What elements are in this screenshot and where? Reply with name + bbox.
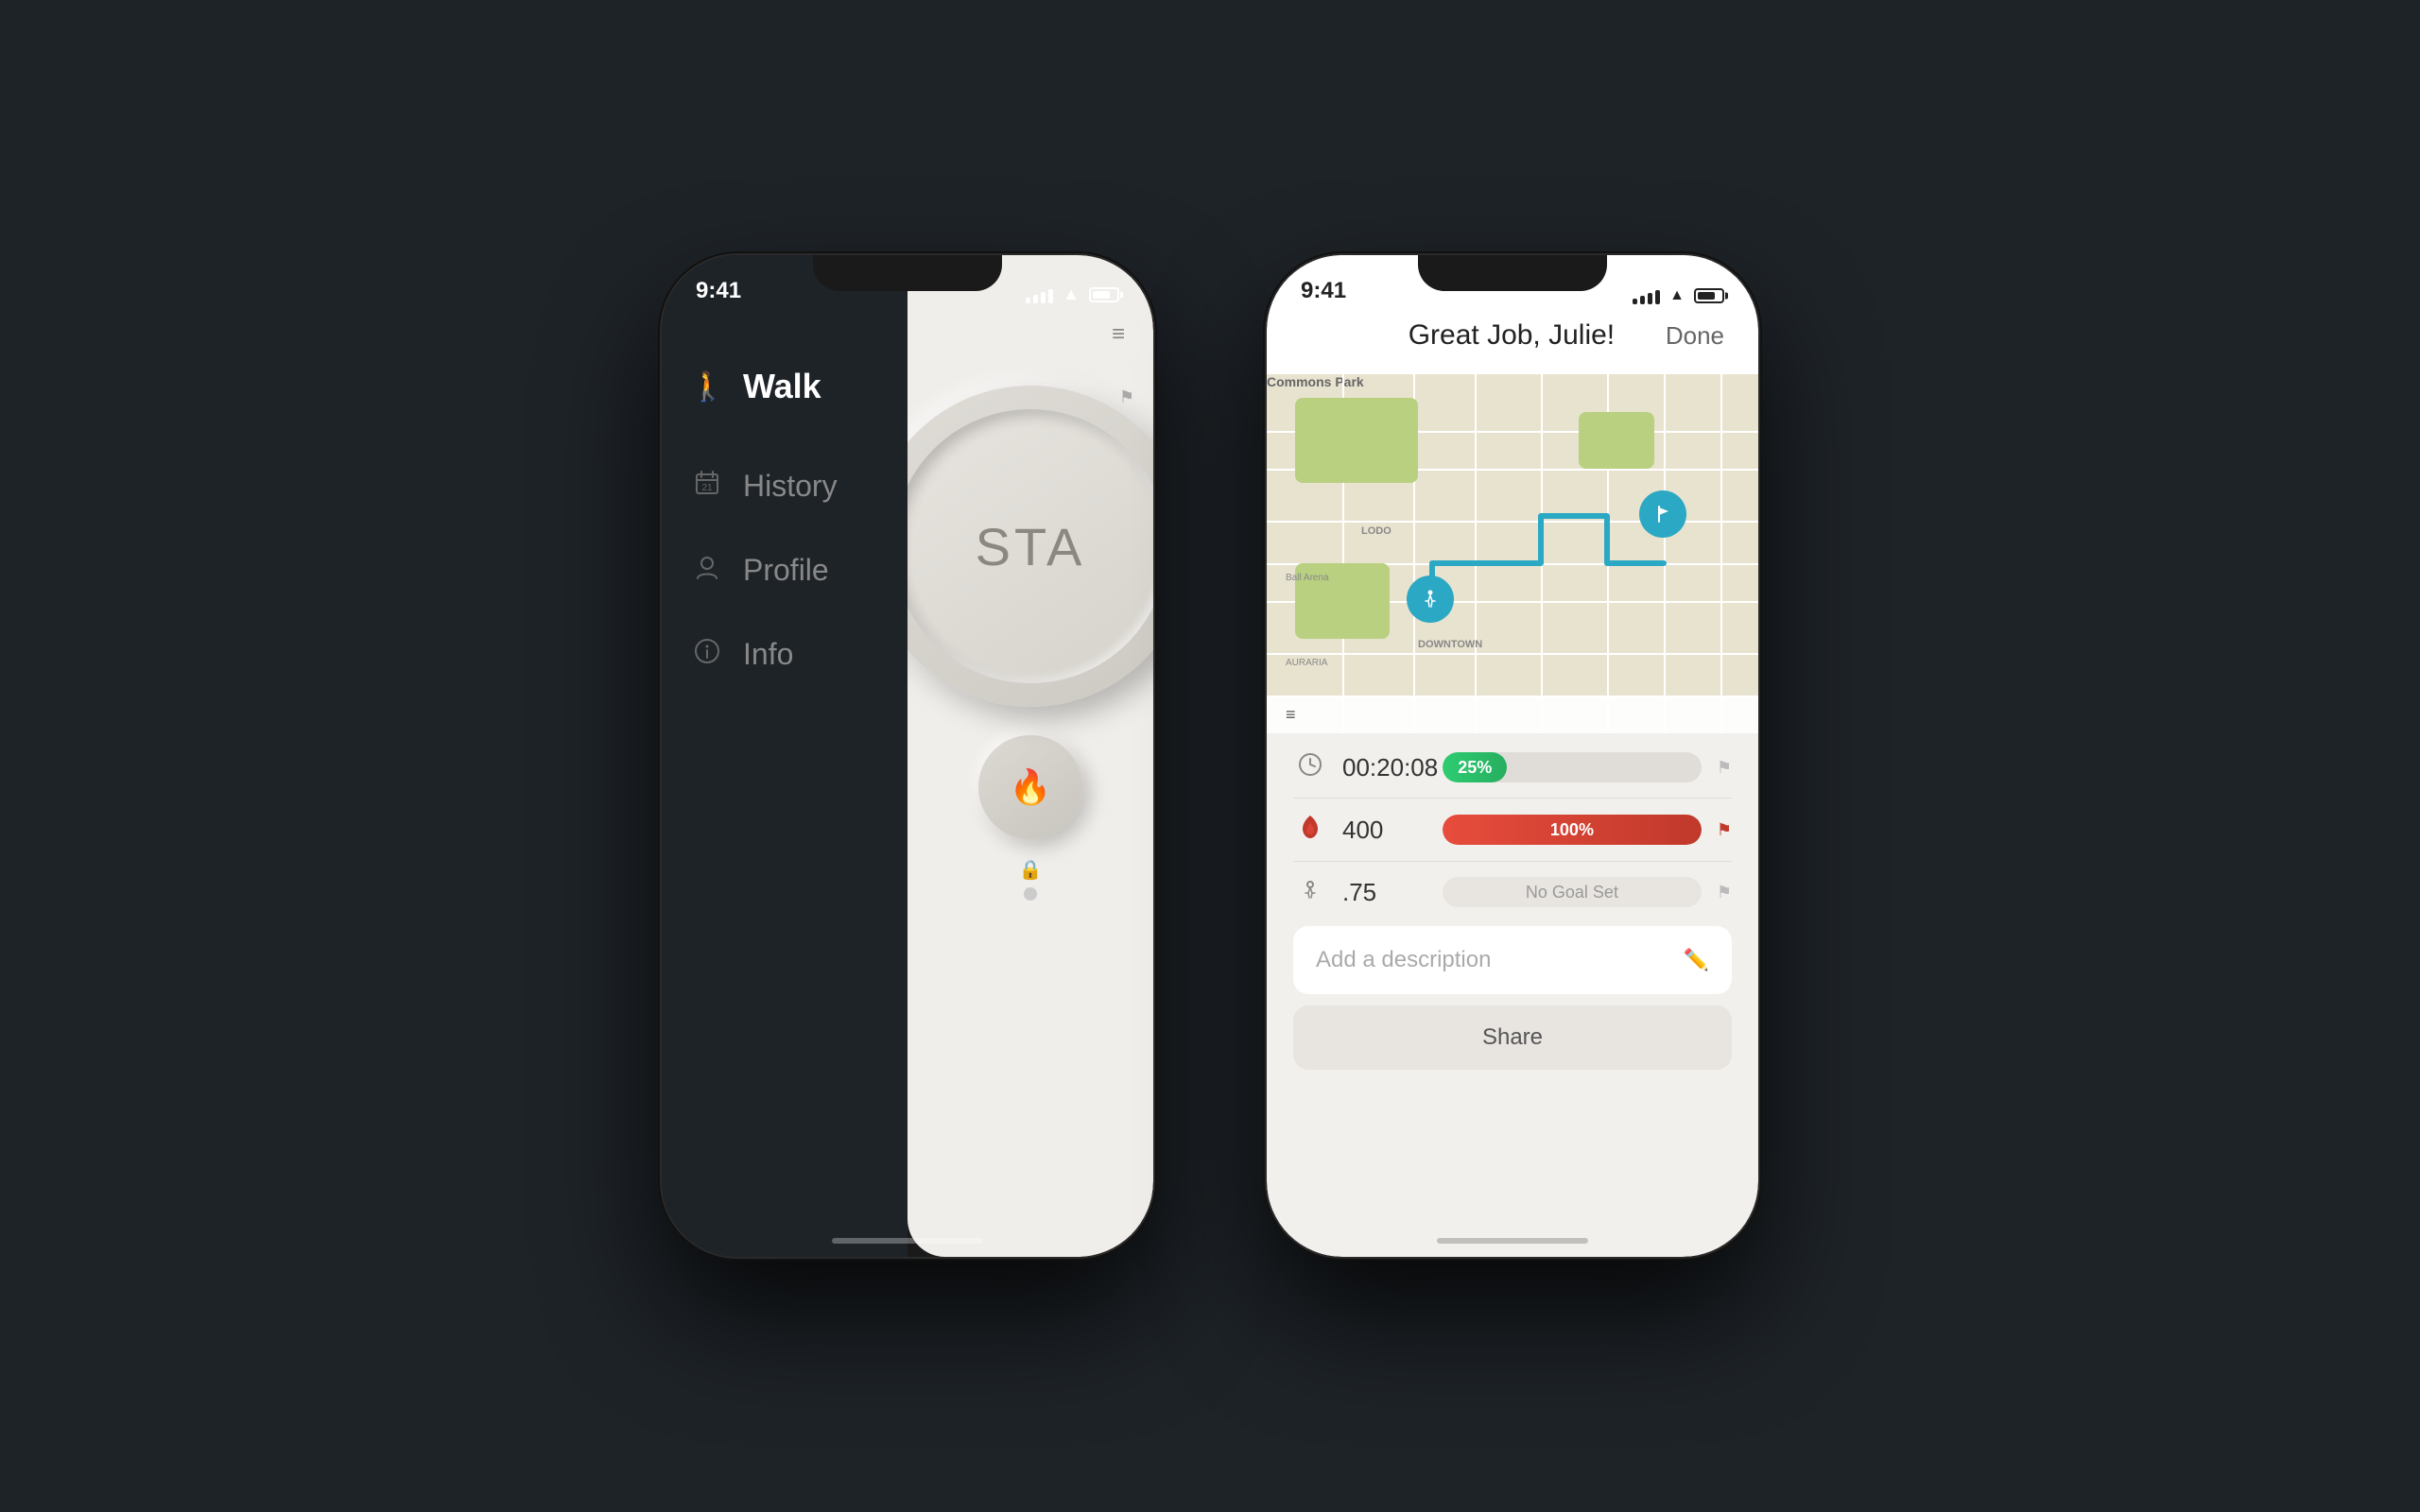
- phone-2-screen: 9:41 ▲ Great Job, Julie!: [1267, 255, 1758, 1257]
- end-marker: [1639, 490, 1686, 538]
- flame-icon: 🔥: [1010, 767, 1052, 807]
- calories-stat-icon: [1293, 814, 1327, 846]
- divider-1: [1293, 798, 1732, 799]
- small-button-row: 🔥: [978, 735, 1082, 839]
- result-title: Great Job, Julie!: [1357, 319, 1666, 352]
- signal-bar-3: [1041, 292, 1046, 303]
- time-progress-label: 25%: [1458, 758, 1492, 778]
- sidebar-item-history[interactable]: 21 History: [662, 452, 908, 521]
- sidebar-info-label: Info: [743, 637, 793, 672]
- distance-value: .75: [1342, 878, 1427, 907]
- signal-bar-2: [1033, 295, 1038, 303]
- share-area[interactable]: Share: [1293, 1005, 1732, 1070]
- dial-container: ⚑ ≡ ⏱ STA 🔥 🔒: [908, 367, 1153, 1257]
- done-button[interactable]: Done: [1666, 321, 1724, 351]
- walk-panel: ≡ ⚑ ≡ ⏱ STA: [908, 255, 1153, 1257]
- stat-row-distance: .75 No Goal Set ⚑: [1293, 877, 1732, 907]
- sidebar-walk-label: Walk: [743, 367, 821, 406]
- status-icons-1: ▲: [1026, 284, 1119, 304]
- description-placeholder: Add a description: [1316, 947, 1491, 973]
- time-flag[interactable]: ⚑: [1717, 758, 1732, 778]
- stats-area: 00:20:08 25% ⚑: [1267, 733, 1758, 926]
- start-label: STA: [976, 516, 1086, 577]
- status-icons-2: ▲: [1633, 287, 1724, 304]
- no-goal-box: No Goal Set: [1443, 877, 1702, 907]
- map-hamburger[interactable]: ≡: [1286, 705, 1296, 725]
- lock-area: 🔒: [1019, 858, 1043, 901]
- calories-progress-fill: 100%: [1443, 815, 1702, 845]
- signal-bar-2-2: [1640, 296, 1645, 304]
- downtown-label: DOWNTOWN: [1418, 639, 1482, 650]
- scene: 9:41 ▲: [662, 255, 1758, 1257]
- stat-row-calories: 400 100% ⚑: [1293, 814, 1732, 846]
- edit-icon[interactable]: ✏️: [1684, 948, 1709, 972]
- share-label: Share: [1482, 1024, 1543, 1051]
- lock-dot: [1024, 887, 1037, 901]
- wifi-icon-2: ▲: [1669, 287, 1685, 304]
- lodo-label: LODO: [1361, 525, 1392, 537]
- sidebar-item-profile[interactable]: Profile: [662, 536, 908, 605]
- start-marker: [1407, 576, 1454, 623]
- route-svg: [1267, 374, 1758, 733]
- divider-2: [1293, 861, 1732, 862]
- time-progress-fill: 25%: [1443, 752, 1507, 782]
- svg-text:21: 21: [701, 483, 713, 493]
- battery-icon-2: [1694, 288, 1724, 303]
- lock-icon: 🔒: [1019, 858, 1043, 882]
- battery-fill-2: [1698, 292, 1715, 300]
- map-area: Commons Park: [1267, 374, 1758, 733]
- flag-icon-panel: ⚑: [1119, 387, 1134, 407]
- notch-2: [1418, 255, 1607, 291]
- dial-inner: STA: [908, 409, 1153, 683]
- sidebar-history-label: History: [743, 469, 838, 504]
- no-goal-text: No Goal Set: [1526, 883, 1618, 902]
- info-icon: [690, 638, 724, 671]
- notch-1: [813, 255, 1002, 291]
- calories-flag[interactable]: ⚑: [1717, 820, 1732, 840]
- sidebar: 🚶 Walk 21 History: [662, 255, 908, 1257]
- flame-button[interactable]: 🔥: [978, 735, 1082, 839]
- distance-stat-icon: [1293, 877, 1327, 907]
- battery-fill-1: [1093, 291, 1110, 299]
- time-stat-icon: [1293, 752, 1327, 782]
- sidebar-item-info[interactable]: Info: [662, 620, 908, 689]
- signal-bar-1: [1026, 298, 1030, 303]
- history-icon: 21: [690, 470, 724, 503]
- auraria-label: AURARIA: [1286, 658, 1327, 668]
- ball-arena-label: Ball Arena: [1286, 573, 1329, 583]
- distance-flag[interactable]: ⚑: [1717, 883, 1732, 902]
- description-area[interactable]: Add a description ✏️: [1293, 926, 1732, 994]
- route-line: [1432, 516, 1664, 601]
- signal-bars-1: [1026, 286, 1053, 303]
- phone-2: 9:41 ▲ Great Job, Julie!: [1267, 255, 1758, 1257]
- phone-1-screen: 9:41 ▲: [662, 255, 1153, 1257]
- home-indicator-2: [1437, 1238, 1588, 1244]
- sidebar-profile-label: Profile: [743, 553, 829, 588]
- signal-bar-4: [1048, 289, 1053, 303]
- calories-progress-bar: 100%: [1443, 815, 1702, 845]
- wifi-icon-1: ▲: [1063, 284, 1080, 304]
- battery-icon-1: [1089, 287, 1119, 302]
- map-bottom-bar: ≡: [1267, 696, 1758, 733]
- profile-icon: [690, 554, 724, 587]
- sidebar-item-walk[interactable]: 🚶 Walk: [662, 350, 908, 423]
- calories-value: 400: [1342, 816, 1427, 845]
- signal-bar-2-3: [1648, 293, 1652, 304]
- calories-progress-label: 100%: [1550, 820, 1594, 840]
- signal-bar-2-1: [1633, 299, 1637, 304]
- signal-bar-2-4: [1655, 290, 1660, 304]
- phone-1: 9:41 ▲: [662, 255, 1153, 1257]
- stat-row-time: 00:20:08 25% ⚑: [1293, 752, 1732, 782]
- start-dial[interactable]: STA: [908, 386, 1153, 707]
- signal-bars-2: [1633, 287, 1660, 304]
- hamburger-icon[interactable]: ≡: [1112, 321, 1125, 348]
- home-indicator-1: [832, 1238, 983, 1244]
- walk-icon: 🚶: [690, 370, 724, 404]
- time-value: 00:20:08: [1342, 753, 1427, 782]
- time-progress-bar: 25%: [1443, 752, 1702, 782]
